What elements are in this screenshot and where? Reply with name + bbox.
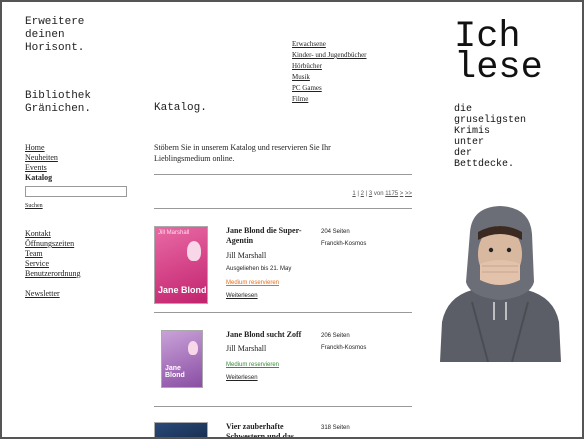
promo-headline: Ich lese (454, 16, 543, 89)
cover-author: Jill Marshall (158, 230, 190, 236)
page: Erweitere deinen Horisont. Bibliothek Gr… (0, 0, 584, 439)
page-link-2[interactable]: 2 (361, 191, 364, 197)
newsletter-link[interactable]: Newsletter (25, 289, 135, 298)
sidebar-item-neuheiten[interactable]: Neuheiten (25, 153, 135, 163)
book-pages: 318 Seiten (321, 425, 350, 431)
pagination-of-label: von (373, 191, 384, 197)
sidebar-item-events[interactable]: Events (25, 163, 135, 173)
pagination-total[interactable]: 1175 (385, 191, 398, 197)
pagination: 1 | 2 | 3 von 1175 > >> (327, 191, 412, 197)
category-link-pc-games[interactable]: PC Games (292, 83, 367, 94)
library-name: Bibliothek Gränichen. (25, 90, 92, 115)
reserve-button[interactable]: Medium reservieren (226, 362, 279, 368)
read-more-link[interactable]: Weiterlesen (226, 293, 258, 299)
next-page-button[interactable]: > (400, 191, 404, 197)
book-item: Jane Blond Jane Blond sucht Zoff Jill Ma… (154, 330, 412, 410)
book-title[interactable]: Jane Blond sucht Zoff (226, 330, 326, 340)
reserve-button[interactable]: Medium reservieren (226, 280, 279, 286)
book-author: Jill Marshall (226, 251, 267, 260)
sidebar-item-home[interactable]: Home (25, 143, 135, 153)
book-cover[interactable]: Jane Blond (161, 330, 203, 388)
sidebar-item-benutzerordnung[interactable]: Benutzerordnung (25, 269, 135, 279)
book-publisher: Franckh-Kosmos (321, 241, 367, 247)
cover-figure (188, 341, 198, 355)
sidebar-item-katalog[interactable]: Katalog (25, 173, 135, 183)
book-cover[interactable]: Jill Marshall Jane Blond (154, 226, 208, 304)
intro-text: Stöbern Sie in unserem Katalog und reser… (154, 143, 331, 163)
book-pages: 204 Seiten (321, 229, 350, 235)
cover-figure (187, 241, 201, 261)
divider (154, 406, 412, 407)
category-link-musik[interactable]: Musik (292, 72, 367, 83)
cover-title: Jane Blond (165, 365, 185, 379)
divider (154, 312, 412, 313)
sidebar-item-team[interactable]: Team (25, 249, 135, 259)
book-title[interactable]: Jane Blond die Super-Agentin (226, 226, 316, 246)
category-link-erwachsene[interactable]: Erwachsene (292, 39, 367, 50)
divider (154, 208, 412, 209)
promo-subtext: die gruseligsten Krimis unter der Bettde… (454, 104, 527, 170)
category-nav: Erwachsene Kinder- und Jugendbücher Hörb… (292, 39, 367, 105)
book-publisher: Franckh-Kosmos (321, 345, 367, 351)
sidebar-item-oeffnungszeiten[interactable]: Öffnungszeiten (25, 239, 135, 249)
site-slogan: Erweitere deinen Horisont. (25, 16, 85, 54)
read-more-link[interactable]: Weiterlesen (226, 375, 258, 381)
search-link[interactable]: Suchen (25, 203, 135, 209)
sidebar-secondary-nav: Kontakt Öffnungszeiten Team Service Benu… (25, 229, 135, 279)
cover-title: Jane Blond (158, 285, 207, 295)
book-status: Ausgeliehen bis 21. May (226, 266, 292, 272)
category-link-kinder-jugend[interactable]: Kinder- und Jugendbücher (292, 50, 367, 61)
pagination-separator: | (357, 191, 359, 197)
page-title: Katalog. (154, 102, 207, 114)
book-item: Jill Marshall Jane Blond Jane Blond die … (154, 226, 412, 306)
page-link-3[interactable]: 3 (369, 191, 372, 197)
hooded-boy-image (440, 206, 561, 362)
divider (154, 174, 412, 175)
book-pages: 206 Seiten (321, 333, 350, 339)
category-link-hoerbuecher[interactable]: Hörbücher (292, 61, 367, 72)
sidebar-item-kontakt[interactable]: Kontakt (25, 229, 135, 239)
search-input[interactable] (25, 186, 127, 197)
sidebar-nav: Home Neuheiten Events Katalog Suchen Kon… (25, 143, 135, 298)
book-cover[interactable] (154, 422, 208, 437)
book-title[interactable]: Vier zauberhafte Schwestern und das (226, 422, 316, 437)
pagination-separator: | (365, 191, 368, 197)
page-link-1[interactable]: 1 (352, 191, 355, 197)
category-link-filme[interactable]: Filme (292, 94, 367, 105)
book-item: Vier zauberhafte Schwestern und das 318 … (154, 422, 412, 437)
book-author: Jill Marshall (226, 344, 267, 353)
sidebar-item-service[interactable]: Service (25, 259, 135, 269)
last-page-button[interactable]: >> (405, 191, 412, 197)
